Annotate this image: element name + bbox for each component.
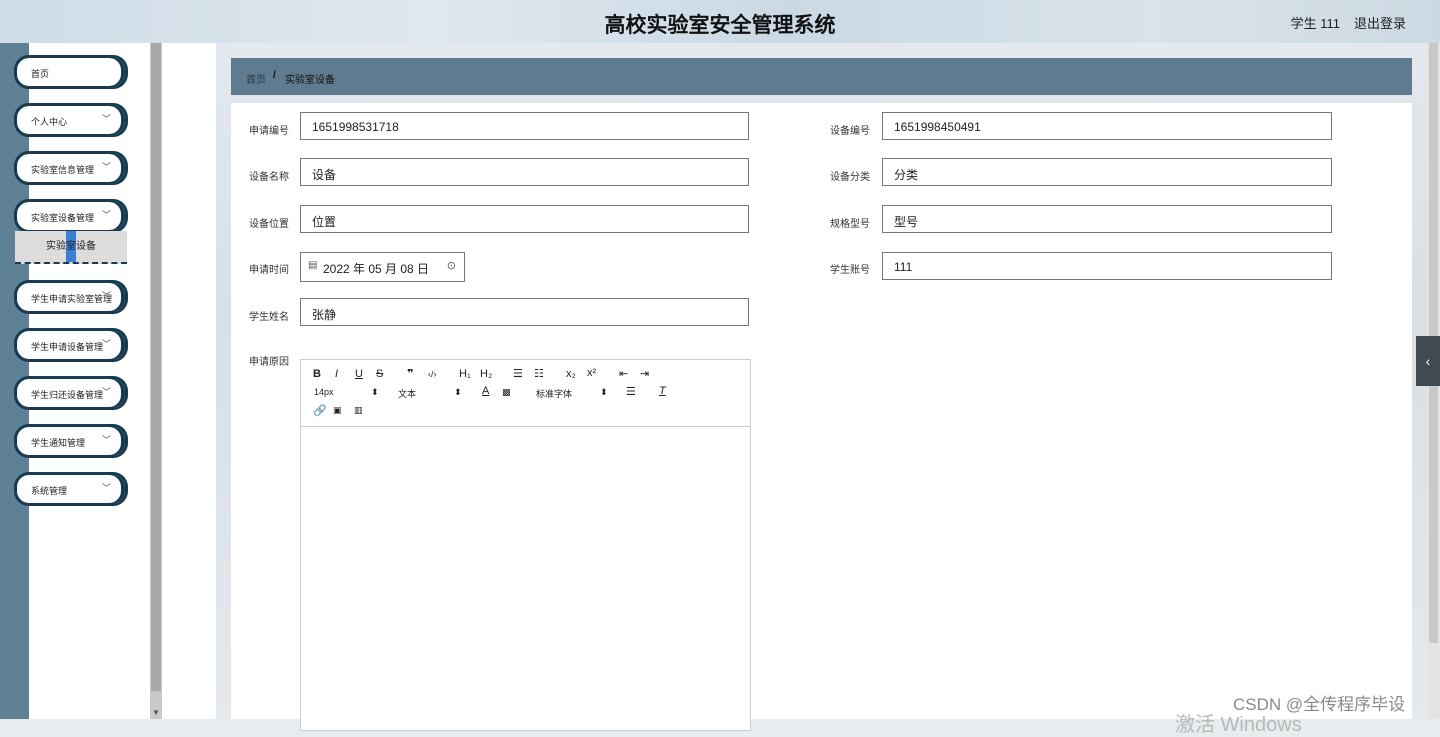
- sidebar-item-system[interactable]: 系统管理 ﹀: [14, 472, 128, 506]
- current-user: 学生 111: [1290, 16, 1340, 31]
- select-arrows-icon: ⬍: [371, 387, 379, 397]
- device-no-field[interactable]: 1651998450491: [882, 112, 1332, 140]
- chevron-down-icon: ﹀: [101, 435, 111, 445]
- header1-button[interactable]: H₁: [459, 368, 471, 380]
- rich-text-editor: B I U S ❞ ‹/› H₁ H₂ ☰ ☷ x₂ x² ⇤ ⇥ 14px ⬍…: [300, 359, 751, 731]
- apply-no-field[interactable]: 1651998531718: [300, 112, 749, 140]
- device-location-field[interactable]: 位置: [300, 205, 749, 233]
- chevron-down-icon: ﹀: [101, 291, 111, 301]
- collapse-panel-button[interactable]: ‹: [1416, 336, 1440, 386]
- select-arrows-icon: ⬍: [600, 387, 608, 397]
- chevron-down-icon: ﹀: [101, 162, 111, 172]
- logout-link[interactable]: 退出登录: [1354, 13, 1406, 32]
- sidebar-item-label: 个人中心: [31, 117, 68, 127]
- header-style-select[interactable]: 文本: [398, 387, 416, 400]
- font-family-select[interactable]: 标准字体: [536, 387, 572, 400]
- header2-button[interactable]: H₂: [480, 368, 492, 380]
- indent-button[interactable]: ⇥: [640, 367, 649, 380]
- sidebar-item-lab-info[interactable]: 实验室信息管理 ﹀: [14, 151, 128, 185]
- watermark-windows: 激活 Windows: [1175, 714, 1302, 736]
- chevron-down-icon: ﹀: [101, 387, 111, 397]
- sidebar-item-student-device-apply[interactable]: 学生申请设备管理 ﹀: [14, 328, 128, 362]
- sidebar-subitem-label: 实验室设备: [46, 241, 96, 252]
- spec-model-field[interactable]: 型号: [882, 205, 1332, 233]
- sidebar-item-label: 实验室设备管理: [31, 213, 95, 223]
- sidebar-item-label: 系统管理: [31, 486, 68, 496]
- app-header: 高校实验室安全管理系统 学生 111 退出登录: [0, 0, 1440, 44]
- scrollbar-thumb[interactable]: [151, 43, 161, 691]
- sidebar-item-label: 学生申请实验室管理: [31, 294, 113, 304]
- sidebar-subitem-lab-device[interactable]: 实验室设备: [15, 231, 127, 264]
- sidebar-item-label: 学生申请设备管理: [31, 342, 104, 352]
- scroll-down-arrow-icon[interactable]: ▼: [152, 708, 160, 717]
- apply-reason-label: 申请原因: [249, 357, 289, 368]
- apply-time-label: 申请时间: [249, 265, 289, 276]
- sidebar-item-label: 学生归还设备管理: [31, 390, 104, 400]
- main-gutter: [162, 43, 216, 719]
- chevron-down-icon: ﹀: [101, 114, 111, 124]
- link-icon[interactable]: 🔗: [313, 404, 327, 417]
- device-category-field[interactable]: 分类: [882, 158, 1332, 186]
- apply-time-picker[interactable]: ▤ 2022 年 05 月 08 日 ⊙: [300, 252, 465, 282]
- breadcrumb-current: 实验室设备: [285, 75, 335, 86]
- subscript-button[interactable]: x₂: [566, 368, 576, 380]
- underline-button[interactable]: U: [355, 368, 363, 380]
- align-icon[interactable]: ☰: [626, 385, 636, 398]
- select-arrows-icon: ⬍: [454, 387, 462, 397]
- background-color-icon[interactable]: ▩: [502, 387, 511, 398]
- device-name-field[interactable]: 设备: [300, 158, 749, 186]
- italic-button[interactable]: I: [335, 368, 338, 380]
- sidebar-item-student-device-return[interactable]: 学生归还设备管理 ﹀: [14, 376, 128, 410]
- student-account-field[interactable]: 111: [882, 252, 1332, 280]
- breadcrumb: 首页 / 实验室设备: [231, 58, 1412, 95]
- bold-button[interactable]: B: [313, 368, 321, 380]
- sidebar-item-label: 首页: [31, 69, 50, 79]
- sidebar-item-student-notice[interactable]: 学生通知管理 ﹀: [14, 424, 128, 458]
- sidebar-item-lab-device[interactable]: 实验室设备管理 ﹀: [14, 199, 128, 233]
- image-icon[interactable]: ▣: [333, 405, 342, 416]
- apply-no-label: 申请编号: [249, 126, 289, 137]
- device-name-label: 设备名称: [249, 172, 289, 183]
- sidebar-item-personal-center[interactable]: 个人中心 ﹀: [14, 103, 128, 137]
- device-location-label: 设备位置: [249, 219, 289, 230]
- calendar-icon: ▤: [308, 260, 318, 271]
- editor-toolbar: B I U S ❞ ‹/› H₁ H₂ ☰ ☷ x₂ x² ⇤ ⇥ 14px ⬍…: [301, 360, 750, 427]
- app-title: 高校实验室安全管理系统: [604, 14, 836, 37]
- sidebar-item-home[interactable]: 首页: [14, 55, 128, 89]
- sidebar-item-student-lab-apply[interactable]: 学生申请实验室管理 ﹀: [14, 280, 128, 314]
- bullet-list-button[interactable]: ☷: [534, 367, 544, 380]
- ordered-list-button[interactable]: ☰: [513, 367, 523, 380]
- device-no-label: 设备编号: [830, 126, 870, 137]
- chevron-down-icon: ﹀: [101, 339, 111, 349]
- clear-circle-icon[interactable]: ⊙: [447, 259, 456, 272]
- code-block-button[interactable]: ‹/›: [428, 369, 437, 379]
- student-name-field[interactable]: 张静: [300, 298, 749, 326]
- student-name-label: 学生姓名: [249, 312, 289, 323]
- student-account-label: 学生账号: [830, 265, 870, 276]
- spec-model-label: 规格型号: [830, 219, 870, 230]
- chevron-down-icon: ﹀: [101, 210, 111, 220]
- font-color-icon[interactable]: A: [482, 385, 489, 397]
- strike-button[interactable]: S: [376, 368, 383, 380]
- superscript-button[interactable]: x²: [587, 367, 596, 379]
- breadcrumb-separator: /: [273, 70, 276, 81]
- video-icon[interactable]: ▥: [354, 405, 363, 416]
- outdent-button[interactable]: ⇤: [619, 367, 628, 380]
- device-form: 申请编号 1651998531718 设备编号 1651998450491 设备…: [231, 103, 1412, 731]
- font-size-select[interactable]: 14px: [314, 387, 334, 397]
- chevron-down-icon: ﹀: [101, 483, 111, 493]
- device-category-label: 设备分类: [830, 172, 870, 183]
- apply-time-value: 2022 年 05 月 08 日: [323, 262, 430, 276]
- breadcrumb-home[interactable]: 首页: [246, 71, 266, 86]
- blockquote-button[interactable]: ❞: [407, 367, 413, 380]
- sidebar-item-label: 学生通知管理: [31, 438, 86, 448]
- sidebar-item-label: 实验室信息管理: [31, 165, 95, 175]
- chevron-left-icon: ‹: [1425, 353, 1431, 369]
- sidebar-scrollbar[interactable]: ▼: [150, 43, 162, 719]
- clear-format-icon[interactable]: T: [659, 385, 666, 397]
